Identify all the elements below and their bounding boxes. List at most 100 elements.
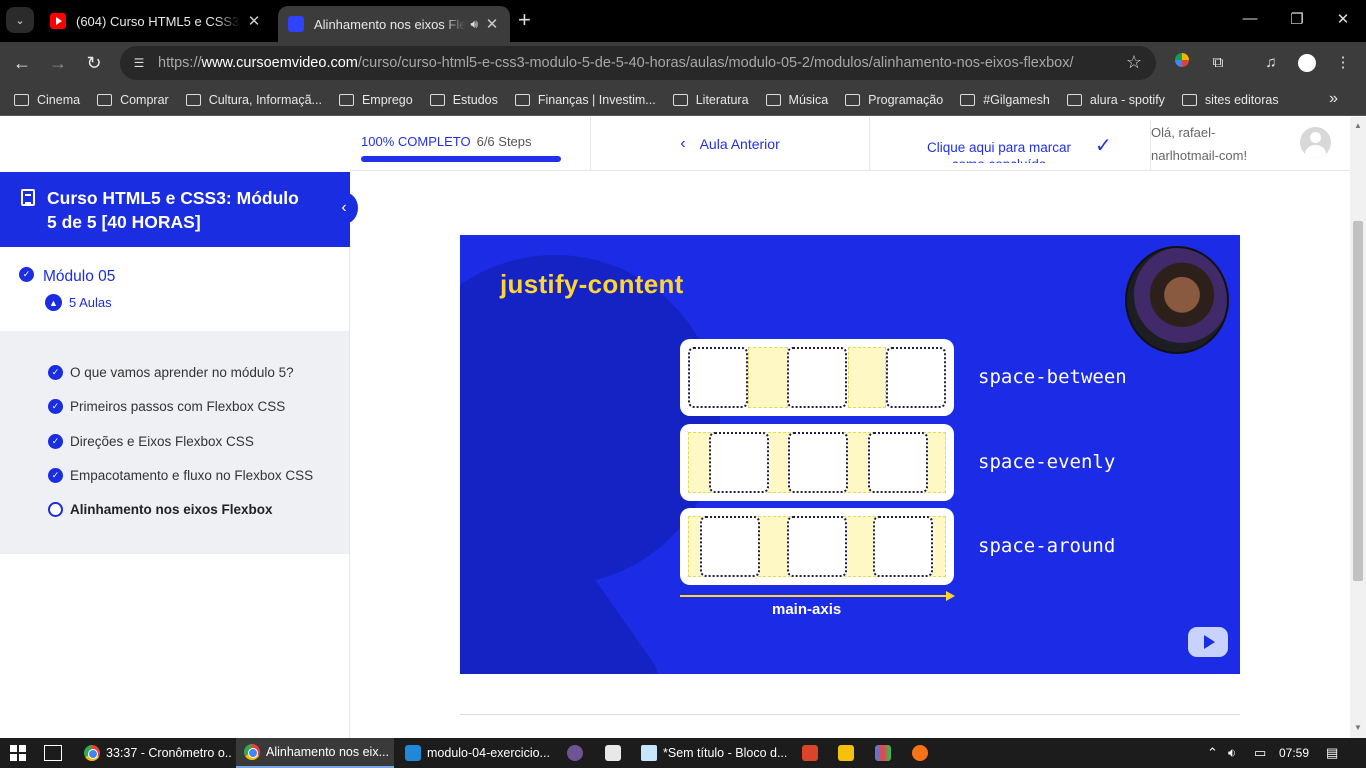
check-circle-icon: ✓	[19, 267, 34, 282]
bookmark-folder[interactable]: Música	[765, 92, 829, 107]
lesson-item[interactable]: ✓ Direções e Eixos Flexbox CSS	[48, 434, 254, 449]
lesson-label: Primeiros passos com Flexbox CSS	[70, 399, 286, 414]
bookmark-folder[interactable]: Comprar	[97, 93, 169, 107]
taskbar-item[interactable]: *Sem título - Bloco d...	[633, 738, 789, 768]
bookmark-folder[interactable]: sites editoras	[1181, 93, 1279, 107]
bookmark-folder[interactable]: #Gilgamesh	[960, 93, 1050, 107]
video-play-logo-icon[interactable]	[1188, 627, 1228, 657]
notifications-icon[interactable]: ▤	[1326, 745, 1338, 761]
bookmarks-bar: Cinema Comprar Cultura, Informaçã... Emp…	[0, 84, 1366, 116]
battery-icon[interactable]: ▭	[1254, 745, 1266, 761]
previous-lesson-link[interactable]: ‹ Aula Anterior	[590, 117, 870, 171]
check-circle-icon: ✓	[48, 434, 63, 449]
lesson-item-current[interactable]: Alinhamento nos eixos Flexbox	[48, 502, 273, 517]
folder-icon	[1181, 93, 1197, 106]
scroll-up-icon[interactable]: ▲	[1354, 121, 1362, 130]
bookmark-label: Cinema	[37, 92, 81, 107]
bookmark-label: Emprego	[361, 92, 413, 107]
bookmark-folder[interactable]: Programação	[845, 93, 943, 107]
taskbar-item[interactable]: modulo-04-exercicio...	[397, 738, 553, 768]
chevron-up-icon[interactable]: ⌃	[1207, 745, 1218, 761]
folder-icon	[960, 93, 976, 106]
extensions-puzzle-icon[interactable]: ⧉	[1208, 53, 1228, 73]
lesson-item[interactable]: ✓ Primeiros passos com Flexbox CSS	[48, 399, 285, 414]
volume-icon[interactable]: 🔉︎	[1228, 745, 1236, 761]
app-icon[interactable]	[912, 745, 928, 761]
site-info-icon[interactable]: ☰	[130, 54, 148, 72]
bookmark-label: #Gilgamesh	[983, 92, 1050, 107]
demo-row-space-between	[680, 339, 954, 416]
flex-item-box	[709, 432, 769, 493]
progress-bar	[361, 156, 561, 162]
module-item[interactable]: ✓ Módulo 05 ▲ 5 Aulas	[0, 247, 349, 331]
windows-taskbar: 33:37 - Cronômetro o... Alinhamento nos …	[0, 738, 1366, 768]
clock[interactable]: 07:59	[1279, 746, 1309, 760]
progress-block: 100% COMPLETO 6/6 Steps	[361, 133, 561, 162]
bookmark-label: Finanças | Investim...	[537, 92, 656, 107]
minimize-button[interactable]: —	[1240, 10, 1260, 27]
address-bar[interactable]: ☰ https://www.cursoemvideo.com/curso/cur…	[120, 46, 1156, 80]
media-control-icon[interactable]: ♫	[1261, 53, 1281, 73]
close-icon[interactable]: ✕	[246, 12, 262, 30]
check-circle-icon: ✓	[48, 399, 63, 414]
bookmark-folder[interactable]: Cultura, Informaçã...	[185, 92, 322, 107]
task-view-icon[interactable]	[44, 745, 62, 761]
tab-cursoemvideo[interactable]: Alinhamento nos eixos Flexb 🔊︎ ✕	[278, 6, 510, 42]
reload-button[interactable]: ↻	[83, 52, 105, 74]
arrow-right-icon	[946, 591, 955, 601]
bookmark-folder[interactable]: Cinema	[14, 93, 80, 107]
forward-button[interactable]: →	[47, 52, 69, 74]
greeting-line: Olá, rafael-	[1151, 125, 1216, 140]
url-path: /curso/curso-html5-e-css3-modulo-5-de-5-…	[357, 55, 1074, 71]
close-icon[interactable]: ✕	[484, 15, 500, 33]
page-scrollbar[interactable]: ▲ ▼	[1350, 117, 1366, 738]
file-icon[interactable]	[605, 745, 621, 761]
flex-item-box	[688, 347, 748, 408]
bookmark-folder[interactable]: alura - spotify	[1066, 93, 1165, 107]
back-button[interactable]: ←	[11, 52, 33, 74]
video-player[interactable]: justify-content space-between space-even…	[460, 235, 1240, 674]
lesson-label: Empacotamento e fluxo no Flexbox CSS	[70, 468, 314, 483]
scrollbar-thumb[interactable]	[1353, 221, 1363, 581]
scroll-down-icon[interactable]: ▼	[1354, 723, 1362, 732]
lessons-toggle[interactable]: ▲ 5 Aulas	[45, 294, 112, 311]
windows-start-icon[interactable]	[10, 745, 26, 761]
profile-icon[interactable]	[1297, 53, 1317, 73]
taskbar-item[interactable]: 33:37 - Cronômetro o...	[76, 738, 232, 768]
user-greeting: Olá, rafael- narlhotmail-com!	[1150, 121, 1280, 171]
avatar[interactable]	[1300, 127, 1331, 158]
mark-complete-button[interactable]: Clique aqui para marcar como concluído	[924, 139, 1074, 163]
new-tab-button[interactable]: +	[518, 9, 531, 31]
bookmark-label: Música	[788, 92, 829, 107]
app-icon[interactable]	[802, 745, 818, 761]
speaker-icon[interactable]: 🔊︎	[470, 17, 478, 32]
notepad-icon	[641, 745, 657, 761]
sticky-notes-icon[interactable]	[838, 745, 854, 761]
more-bookmarks-icon[interactable]: »	[1329, 90, 1338, 108]
github-icon[interactable]	[567, 745, 583, 761]
browser-toolbar: ← → ↻ ☰ https://www.cursoemvideo.com/cur…	[0, 42, 1366, 84]
restore-button[interactable]: ❐	[1287, 10, 1307, 28]
window-close-button[interactable]: ✕	[1333, 10, 1353, 28]
checkmark-icon[interactable]: ✓	[1095, 133, 1112, 158]
tab-youtube[interactable]: (604) Curso HTML5 e CSS3.- Mó ✕	[40, 6, 272, 36]
tab-search-button[interactable]: ⌄	[6, 7, 34, 33]
chevron-down-icon: ⌄	[15, 14, 25, 27]
bookmark-folder[interactable]: Emprego	[338, 92, 413, 107]
folder-icon	[514, 93, 530, 106]
taskbar-item-active[interactable]: Alinhamento nos eix...	[236, 738, 394, 768]
bookmark-folder[interactable]: Literatura	[672, 93, 749, 107]
bookmark-label: Cultura, Informaçã...	[208, 92, 322, 107]
collapse-sidebar-button[interactable]: ‹	[330, 192, 358, 224]
lesson-item[interactable]: ✓ O que vamos aprender no módulo 5?	[48, 365, 294, 380]
lesson-item[interactable]: ✓ Empacotamento e fluxo no Flexbox CSS	[48, 468, 313, 483]
chevron-left-icon: ‹	[341, 199, 347, 216]
lesson-list: ✓ O que vamos aprender no módulo 5? ✓ Pr…	[0, 331, 349, 554]
bookmark-star-icon[interactable]: ☆	[1126, 52, 1142, 73]
folder-icon	[765, 93, 781, 106]
kebab-menu-icon[interactable]: ⋮	[1333, 53, 1353, 73]
extension-color-icon[interactable]	[1172, 53, 1192, 73]
app-icon[interactable]	[875, 745, 891, 761]
bookmark-folder[interactable]: Estudos	[429, 93, 498, 107]
bookmark-folder[interactable]: Finanças | Investim...	[514, 92, 656, 107]
